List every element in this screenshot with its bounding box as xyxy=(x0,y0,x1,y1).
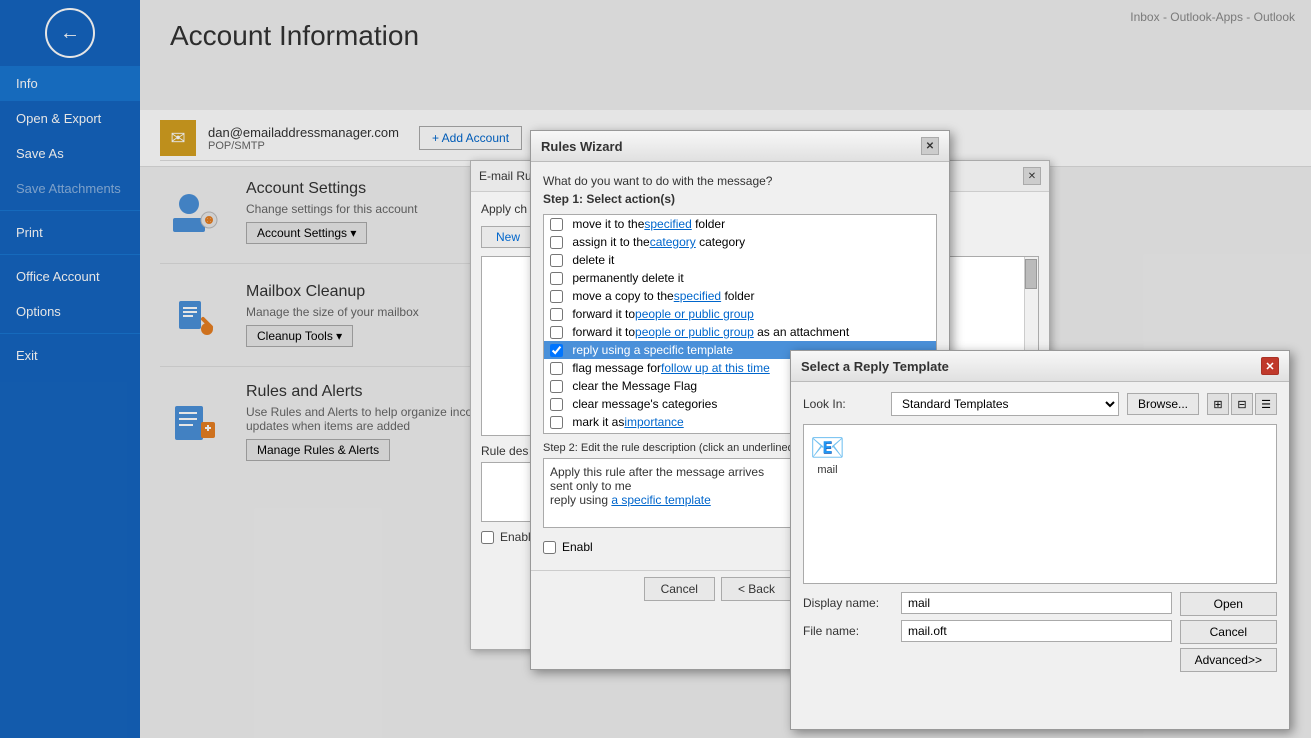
template-file-list: 📧 mail xyxy=(803,424,1277,584)
rules-wizard-close-button[interactable]: ✕ xyxy=(921,137,939,155)
look-in-select[interactable]: Standard Templates xyxy=(891,392,1119,416)
display-name-row: Display name: xyxy=(803,592,1172,614)
rules-wizard-question: What do you want to do with the message? xyxy=(543,174,937,188)
wizard-step2-link[interactable]: a specific template xyxy=(611,493,710,507)
look-in-row: Look In: Standard Templates Browse... ⊞ … xyxy=(803,392,1277,416)
view-small-icons-button[interactable]: ⊟ xyxy=(1231,393,1253,415)
reply-template-close-button[interactable]: ✕ xyxy=(1261,357,1279,375)
reply-template-titlebar: Select a Reply Template ✕ xyxy=(791,351,1289,382)
rules-wizard-step1: Step 1: Select action(s) xyxy=(543,192,937,206)
email-rules-enable-checkbox[interactable] xyxy=(481,531,494,544)
reply-template-body: Look In: Standard Templates Browse... ⊞ … xyxy=(791,382,1289,682)
template-action-buttons: Open Cancel Advanced>> xyxy=(1180,592,1277,672)
display-name-input[interactable] xyxy=(901,592,1172,614)
wizard-back-button[interactable]: < Back xyxy=(721,577,792,601)
wizard-action-delete[interactable]: delete it xyxy=(544,251,936,269)
template-fields-and-buttons: Display name: File name: Open Cancel Adv… xyxy=(803,592,1277,672)
view-large-icons-button[interactable]: ⊞ xyxy=(1207,393,1229,415)
template-file-item[interactable]: 📧 mail xyxy=(810,431,845,476)
email-rules-enable-label: Enabl xyxy=(500,530,531,544)
view-buttons: ⊞ ⊟ ☰ xyxy=(1207,393,1277,415)
email-rules-close-button[interactable]: ✕ xyxy=(1023,167,1041,185)
email-rules-scrollbar-thumb xyxy=(1025,259,1037,289)
wizard-action-move-folder[interactable]: move it to the specified folder xyxy=(544,215,936,233)
wizard-action-forward-attachment[interactable]: forward it to people or public group as … xyxy=(544,323,936,341)
template-fields: Display name: File name: xyxy=(803,592,1172,672)
view-list-button[interactable]: ☰ xyxy=(1255,393,1277,415)
wizard-action-move-copy[interactable]: move a copy to the specified folder xyxy=(544,287,936,305)
email-rules-new-button[interactable]: New xyxy=(481,226,535,248)
file-name-input[interactable] xyxy=(901,620,1172,642)
wizard-cancel-button[interactable]: Cancel xyxy=(644,577,715,601)
template-file-name: mail xyxy=(810,464,845,476)
template-cancel-button[interactable]: Cancel xyxy=(1180,620,1277,644)
browse-button[interactable]: Browse... xyxy=(1127,393,1199,415)
email-rules-apply-label: Apply ch xyxy=(481,202,527,216)
look-in-label: Look In: xyxy=(803,397,883,411)
wizard-action-assign-category[interactable]: assign it to the category category xyxy=(544,233,936,251)
wizard-action-perm-delete[interactable]: permanently delete it xyxy=(544,269,936,287)
file-name-label: File name: xyxy=(803,624,893,638)
reply-template-dialog: Select a Reply Template ✕ Look In: Stand… xyxy=(790,350,1290,730)
file-name-row: File name: xyxy=(803,620,1172,642)
wizard-enable-checkbox[interactable] xyxy=(543,541,556,554)
display-name-label: Display name: xyxy=(803,596,893,610)
wizard-action-forward-people[interactable]: forward it to people or public group xyxy=(544,305,936,323)
rules-wizard-titlebar: Rules Wizard ✕ xyxy=(531,131,949,162)
template-file-icon: 📧 xyxy=(810,431,845,464)
advanced-button[interactable]: Advanced>> xyxy=(1180,648,1277,672)
wizard-enable-label: Enabl xyxy=(562,540,593,554)
reply-template-title: Select a Reply Template xyxy=(801,359,949,374)
rules-wizard-title: Rules Wizard xyxy=(541,139,623,154)
open-button[interactable]: Open xyxy=(1180,592,1277,616)
